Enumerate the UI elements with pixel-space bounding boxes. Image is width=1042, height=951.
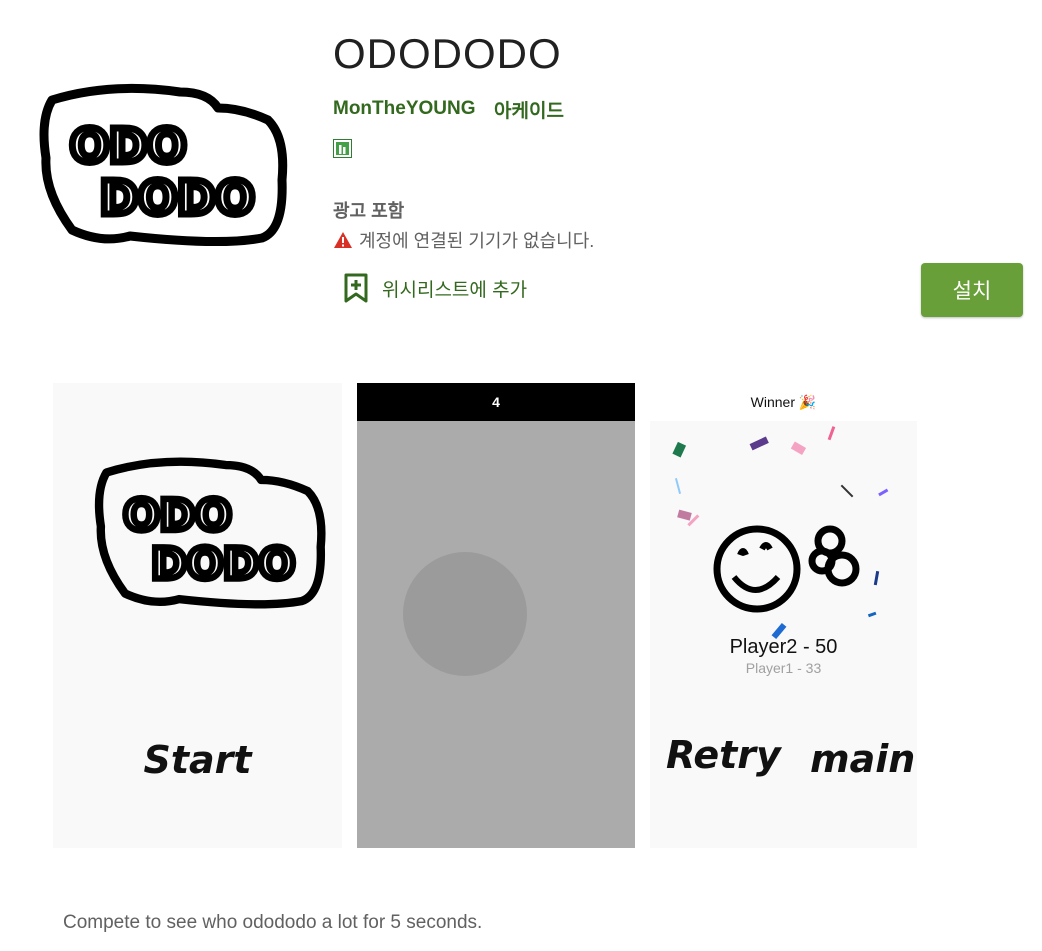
svg-text:DODO: DODO — [151, 540, 295, 590]
countdown-bar: 4 — [357, 383, 635, 421]
wishlist-button[interactable]: 위시리스트에 추가 — [343, 273, 527, 303]
screenshot-start[interactable]: ODO DODO Start — [53, 383, 342, 848]
player1-score: Player1 - 33 — [745, 660, 822, 676]
player2-score: Player2 - 50 — [729, 636, 838, 658]
winner-label: Winner 🎉 — [650, 383, 917, 421]
game-logo-image: ODO DODO — [94, 457, 326, 609]
content-rating-icon[interactable] — [333, 139, 352, 158]
svg-text:DODO: DODO — [100, 171, 255, 225]
screenshot-gameplay[interactable]: 4 — [357, 383, 635, 848]
svg-text:ODO: ODO — [123, 491, 231, 541]
bookmark-add-icon — [344, 273, 368, 303]
screenshot-result[interactable]: Winner 🎉 Player2 - 50 Player1 - 33 Retry… — [650, 383, 917, 848]
app-title: ODODODO — [333, 30, 562, 77]
app-description: Compete to see who odododo a lot for 5 s… — [63, 912, 483, 933]
svg-text:ODO: ODO — [70, 119, 186, 173]
tap-circle — [403, 552, 527, 676]
confetti-and-face — [672, 426, 889, 640]
main-label: main — [810, 737, 916, 781]
install-button[interactable]: 설치 — [921, 263, 1023, 317]
warning-text: 계정에 연결된 기기가 없습니다. — [359, 231, 595, 251]
wishlist-label: 위시리스트에 추가 — [382, 279, 528, 301]
start-label: Start — [143, 738, 252, 782]
retry-label: Retry — [666, 733, 781, 777]
ads-notice: 광고 포함 — [333, 201, 405, 221]
app-icon-logo: ODO DODO — [39, 83, 288, 247]
developer-link[interactable]: MonTheYOUNG — [333, 98, 476, 120]
device-warning: 계정에 연결된 기기가 없습니다. — [333, 227, 594, 253]
warning-icon — [334, 232, 352, 248]
genre-link[interactable]: 아케이드 — [494, 96, 564, 123]
